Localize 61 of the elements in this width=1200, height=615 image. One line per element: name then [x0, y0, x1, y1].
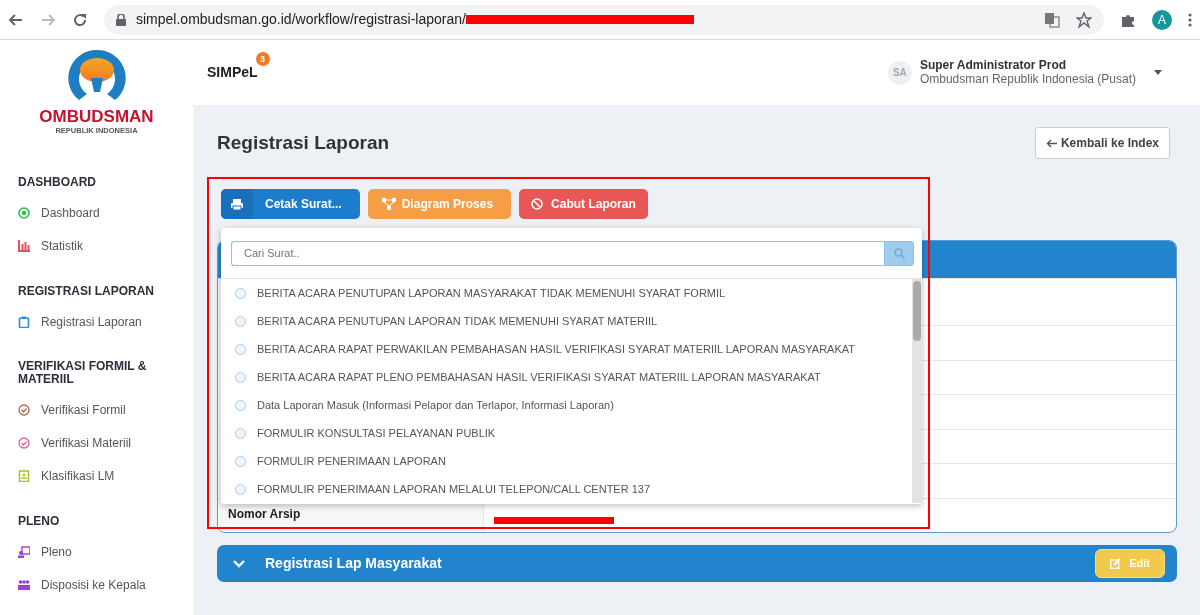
- sidebar-link[interactable]: Klasifikasi LM: [41, 467, 115, 486]
- action-button[interactable]: Cetak Surat...: [221, 189, 360, 219]
- sidebar-link[interactable]: Pleno: [41, 542, 72, 561]
- section-heading: VERIFIKASI FORMIL & MATERIIL: [18, 360, 148, 386]
- section-heading: REGISTRASI LAPORAN: [18, 284, 155, 298]
- user-name: Super Administrator Prod: [919, 58, 1068, 73]
- sidebar-link[interactable]: Dashboard: [41, 204, 100, 223]
- back-to-index-button[interactable]: Kembali ke Index: [1034, 127, 1170, 159]
- letter-option[interactable]: FORMULIR PENERIMAAN LAPORAN MELALUI TELEPON/CALL CENTER 137: [221, 475, 912, 503]
- caret-icon[interactable]: [1154, 70, 1162, 75]
- logo-text: OMBUDSMAN: [39, 108, 154, 125]
- address-bar[interactable]: simpel.ombudsman.go.id/workflow/registrasi-laporan/: [104, 4, 1104, 35]
- letter-option[interactable]: Data Laporan Masuk (Informasi Pelapor dan Terlapor, Informasi Laporan): [221, 391, 912, 419]
- search-button[interactable]: [884, 241, 914, 266]
- sidebar-link[interactable]: Verifikasi Formil: [41, 401, 126, 420]
- edit-icon: [1110, 558, 1122, 569]
- search-icon: [893, 248, 905, 259]
- forward-icon[interactable]: [40, 11, 56, 28]
- user-avatar: SA: [887, 60, 912, 85]
- radio-button[interactable]: [235, 427, 246, 439]
- star-icon[interactable]: [1076, 11, 1092, 28]
- sidebar-link[interactable]: Verifikasi Materiil: [41, 434, 132, 453]
- back-icon[interactable]: [8, 11, 24, 28]
- arrow-left-icon: [1045, 138, 1057, 148]
- letter-option[interactable]: BERITA ACARA PENUTUPAN LAPORAN TIDAK MEMENUHI SYARAT MATERIIL: [221, 307, 912, 335]
- printer-icon: [230, 198, 244, 210]
- prohibited-icon: [531, 198, 546, 210]
- section-heading: DASHBOARD: [18, 176, 97, 189]
- letter-option[interactable]: BERITA ACARA RAPAT PLENO PEMBAHASAN HASIL VERIFIKASI SYARAT MATERIIL LAPORAN MASYARAKAT: [221, 363, 912, 391]
- translate-icon[interactable]: [1044, 11, 1060, 28]
- user-organization: Ombudsman Republik Indonesia (Pusat): [919, 72, 1136, 87]
- field-label: Nomor Arsip: [228, 505, 301, 523]
- letter-option[interactable]: BERITA ACARA PENUTUPAN LAPORAN MASYARAKAT TIDAK MEMENUHI SYARAT FORMIL: [221, 279, 912, 307]
- sidebar-link[interactable]: Registrasi Laporan: [41, 312, 142, 331]
- sidebar-link[interactable]: Disposisi ke Kepala: [41, 575, 146, 594]
- section-heading: PLENO: [18, 514, 61, 528]
- sidebar-link[interactable]: Statistik: [41, 237, 83, 256]
- action-button[interactable]: Cabut Laporan: [519, 189, 648, 219]
- radio-button[interactable]: [235, 343, 246, 355]
- letter-option[interactable]: BERITA ACARA RAPAT PERWAKILAN PEMBAHASAN HASIL VERIFIKASI SYARAT MATERIIL LAPORAN MASYARAKAT: [221, 335, 912, 363]
- reload-icon[interactable]: [72, 11, 88, 28]
- panel-title: Registrasi Lap Masyarakat: [265, 554, 442, 573]
- url-text: simpel.ombudsman.go.id/workflow/registrasi-laporan/: [136, 10, 466, 29]
- page-title: Registrasi Laporan: [217, 131, 390, 155]
- lock-icon: [116, 13, 126, 26]
- profile-avatar[interactable]: A: [1152, 9, 1172, 30]
- radio-button[interactable]: [235, 287, 246, 299]
- diagram-icon: [381, 198, 396, 210]
- scrollbar[interactable]: [912, 279, 922, 503]
- radio-button[interactable]: [235, 483, 246, 495]
- app-name: SIMPeL: [207, 64, 258, 80]
- notification-badge: 3: [255, 52, 270, 66]
- more-icon[interactable]: [1188, 11, 1192, 28]
- radio-button[interactable]: [235, 399, 246, 411]
- chevron-down-icon[interactable]: [233, 559, 245, 568]
- letter-option[interactable]: FORMULIR PENERIMAAN LAPORAN: [221, 447, 912, 475]
- radio-button[interactable]: [235, 455, 246, 467]
- search-field[interactable]: Cari Surat..: [231, 241, 884, 266]
- radio-button[interactable]: [235, 315, 246, 327]
- letter-option[interactable]: FORMULIR KONSULTASI PELAYANAN PUBLIK: [221, 419, 912, 447]
- radio-button[interactable]: [235, 371, 246, 383]
